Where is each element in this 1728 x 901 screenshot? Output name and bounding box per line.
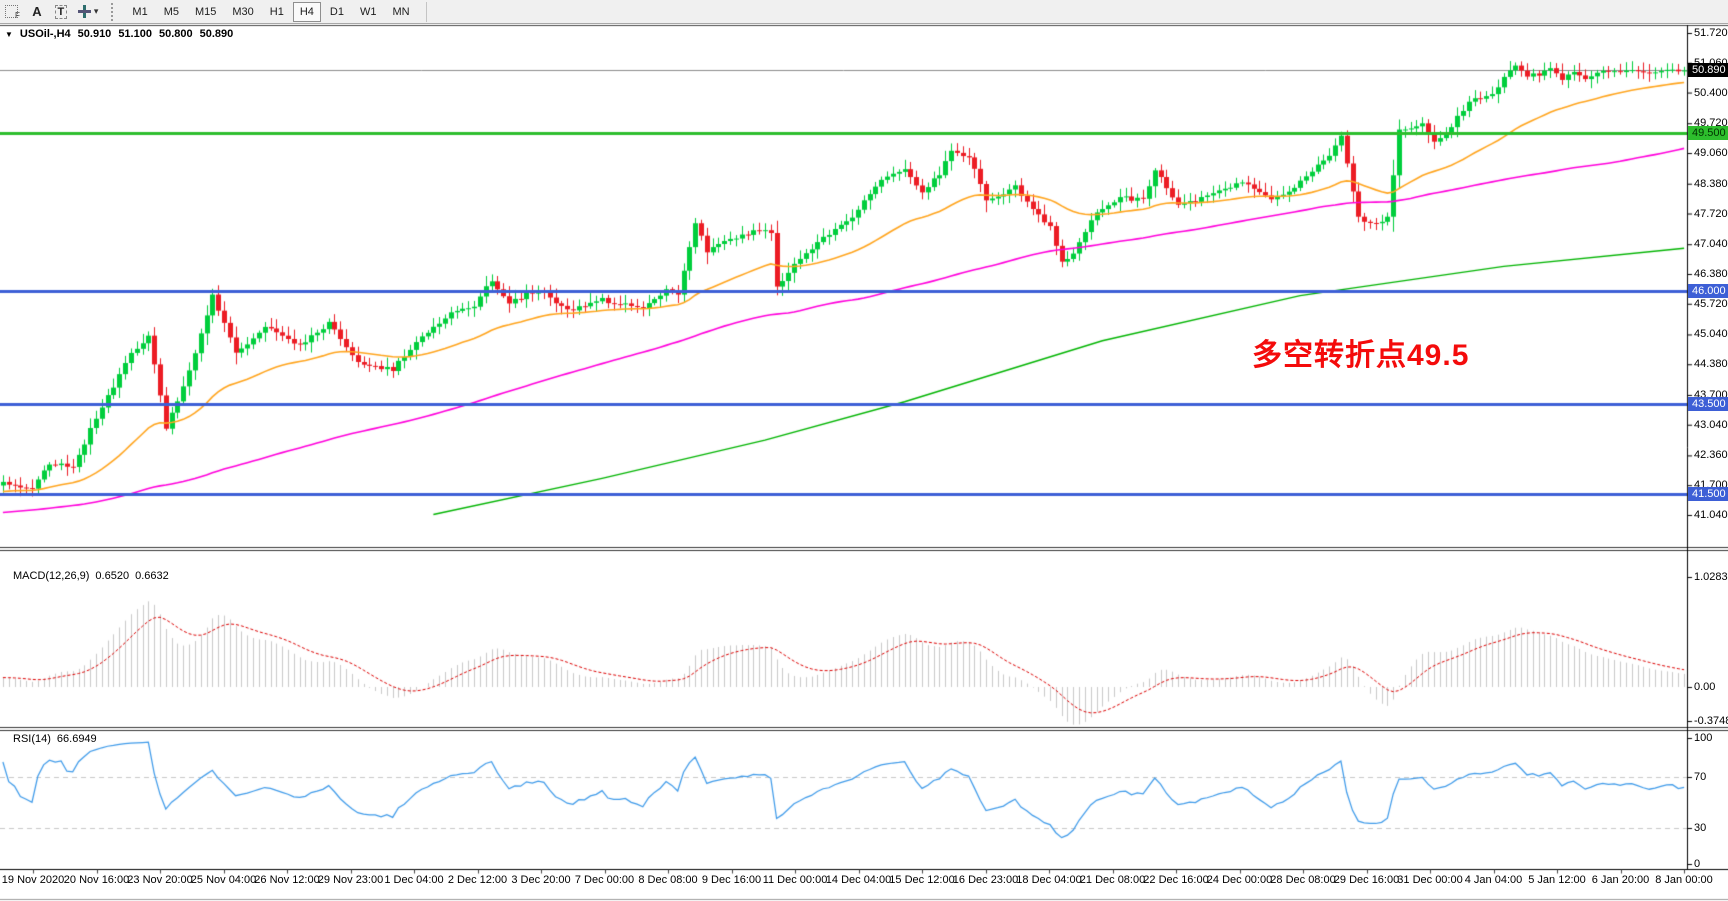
time-axis-label: 23 Nov 20:00: [127, 874, 192, 886]
ohlc-close: 50.890: [200, 28, 234, 40]
rsi-title: RSI(14): [13, 733, 51, 745]
price-scale-label: 47.720: [1694, 208, 1728, 220]
symbol-dropdown-icon[interactable]: ▼: [5, 30, 13, 39]
time-axis-label: 29 Dec 16:00: [1334, 874, 1399, 886]
macd-signal-value: 0.6632: [135, 570, 169, 582]
price-badge-blue-level: 46.000: [1688, 284, 1728, 298]
mt4-chart-window: F A T ▾ M1 M5 M15 M30 H1 H4 D1 W1 MN ▼ U…: [0, 0, 1728, 901]
time-axis-label: 8 Dec 08:00: [638, 874, 697, 886]
time-axis-label: 25 Nov 04:00: [191, 874, 256, 886]
timeframe-mn-button[interactable]: MN: [385, 2, 416, 22]
toolbar-separator: [426, 2, 427, 22]
text-label-icon: A: [32, 4, 41, 19]
ohlc-low: 50.800: [159, 28, 193, 40]
timeframe-m15-button[interactable]: M15: [188, 2, 223, 22]
macd-scale-label: 1.0283: [1694, 571, 1728, 583]
symbol-name: USOil-,H4: [20, 28, 71, 40]
price-badge-green-level: 49.500: [1688, 126, 1728, 140]
price-scale-label: 45.040: [1694, 328, 1728, 340]
price-badge-blue-level: 43.500: [1688, 397, 1728, 411]
price-chart-canvas[interactable]: [0, 24, 1728, 901]
macd-scale-label: -0.3748: [1694, 715, 1728, 727]
dropdown-caret-icon: ▾: [94, 6, 99, 17]
time-axis-label: 2 Dec 12:00: [448, 874, 507, 886]
time-axis-label: 5 Jan 12:00: [1528, 874, 1586, 886]
time-axis-label: 18 Dec 04:00: [1016, 874, 1081, 886]
price-scale-label: 48.380: [1694, 178, 1728, 190]
rsi-scale-label: 100: [1694, 732, 1712, 744]
price-badge-blue-level: 41.500: [1688, 487, 1728, 501]
time-axis-label: 14 Dec 04:00: [826, 874, 891, 886]
timeframe-h1-button[interactable]: H1: [263, 2, 291, 22]
macd-title: MACD(12,26,9): [13, 570, 89, 582]
time-axis-label: 7 Dec 00:00: [575, 874, 634, 886]
time-axis-label: 15 Dec 12:00: [889, 874, 954, 886]
rsi-scale-label: 30: [1694, 822, 1706, 834]
time-axis-label: 26 Nov 12:00: [254, 874, 319, 886]
time-axis-label: 8 Jan 00:00: [1655, 874, 1713, 886]
text-label-tool-button[interactable]: A: [26, 2, 48, 22]
symbol-ohlc-bar: ▼ USOil-,H4 50.910 51.100 50.800 50.890: [5, 28, 233, 40]
ohlc-high: 51.100: [118, 28, 152, 40]
ohlc-open: 50.910: [78, 28, 112, 40]
macd-indicator-label: MACD(12,26,9) 0.6520 0.6632: [13, 570, 169, 582]
time-axis-label: 6 Jan 20:00: [1592, 874, 1650, 886]
price-scale-label: 49.060: [1694, 147, 1728, 159]
time-axis-label: 21 Dec 08:00: [1080, 874, 1145, 886]
arrows-tool-button[interactable]: ▾: [74, 2, 103, 22]
price-scale-label: 47.040: [1694, 238, 1728, 250]
time-axis-label: 29 Nov 23:00: [318, 874, 383, 886]
time-axis-label: 19 Nov 2020: [2, 874, 64, 886]
time-axis-label: 31 Dec 00:00: [1397, 874, 1462, 886]
price-scale-label: 42.360: [1694, 449, 1728, 461]
timeframe-h4-button[interactable]: H4: [293, 2, 321, 22]
timeframe-m1-button[interactable]: M1: [125, 2, 154, 22]
time-axis-label: 9 Dec 16:00: [702, 874, 761, 886]
price-scale-label: 41.040: [1694, 509, 1728, 521]
timeframe-m30-button[interactable]: M30: [225, 2, 260, 22]
price-scale-label: 45.720: [1694, 298, 1728, 310]
toolbar-grip[interactable]: [111, 3, 120, 21]
time-axis-label: 4 Jan 04:00: [1465, 874, 1523, 886]
docking-tool-button[interactable]: F: [1, 2, 24, 22]
time-axis-label: 22 Dec 16:00: [1143, 874, 1208, 886]
price-scale-label: 51.720: [1694, 27, 1728, 39]
price-scale-label: 50.400: [1694, 87, 1728, 99]
time-axis-label: 20 Nov 16:00: [64, 874, 129, 886]
rsi-scale-label: 70: [1694, 771, 1706, 783]
arrows-icon: [78, 5, 91, 18]
main-toolbar: F A T ▾ M1 M5 M15 M30 H1 H4 D1 W1 MN: [0, 0, 1728, 24]
time-axis-label: 28 Dec 08:00: [1270, 874, 1335, 886]
price-badge-current-price: 50.890: [1688, 63, 1728, 77]
price-scale-label: 46.380: [1694, 268, 1728, 280]
timeframe-m5-button[interactable]: M5: [157, 2, 186, 22]
time-axis-label: 16 Dec 23:00: [953, 874, 1018, 886]
chart-text-annotation[interactable]: 多空转折点49.5: [1252, 330, 1469, 374]
price-scale-label: 43.040: [1694, 419, 1728, 431]
time-axis-label: 3 Dec 20:00: [511, 874, 570, 886]
timeframe-d1-button[interactable]: D1: [323, 2, 351, 22]
text-box-icon: T: [55, 5, 68, 19]
price-scale-label: 44.380: [1694, 358, 1728, 370]
macd-scale-label: 0.00: [1694, 681, 1715, 693]
time-axis-label: 11 Dec 00:00: [763, 874, 828, 886]
macd-main-value: 0.6520: [95, 570, 129, 582]
time-axis-label: 1 Dec 04:00: [384, 874, 443, 886]
text-box-tool-button[interactable]: T: [50, 2, 72, 22]
docking-icon-label: F: [15, 11, 20, 20]
rsi-value: 66.6949: [57, 733, 97, 745]
rsi-scale-label: 0: [1694, 858, 1700, 870]
timeframe-w1-button[interactable]: W1: [353, 2, 384, 22]
time-axis-label: 24 Dec 00:00: [1207, 874, 1272, 886]
rsi-indicator-label: RSI(14) 66.6949: [13, 733, 97, 745]
